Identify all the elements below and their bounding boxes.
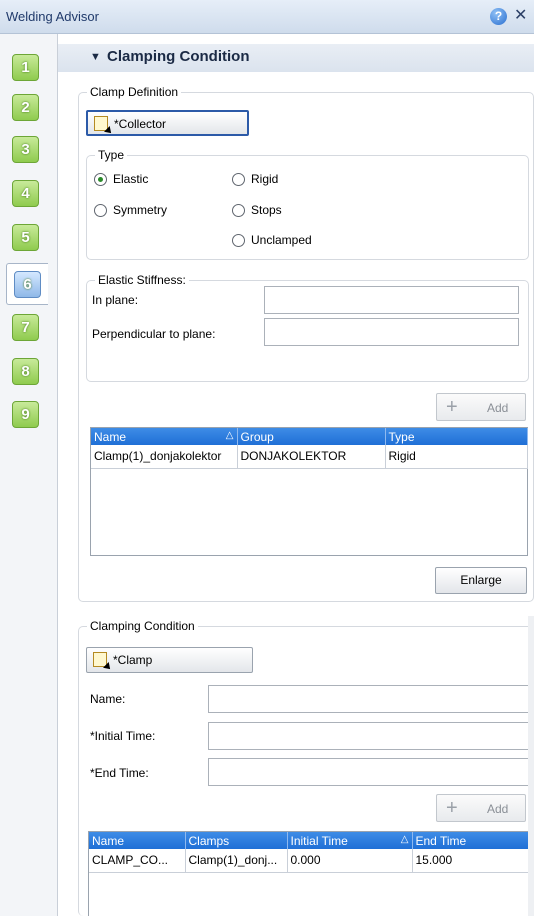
clamping-condition-label: Clamping Condition (87, 619, 198, 633)
column-header-clamps[interactable]: Clamps (185, 832, 288, 849)
name-input[interactable] (208, 685, 529, 713)
radio-elastic[interactable]: Elastic (94, 172, 148, 186)
step-3-button[interactable]: 3 (12, 136, 39, 163)
in-plane-label: In plane: (92, 293, 139, 307)
section-title: Clamping Condition (107, 48, 250, 65)
radio-rigid[interactable]: Rigid (232, 172, 278, 186)
elastic-stiffness-label: Elastic Stiffness: (95, 273, 189, 287)
radio-unclamped-dot[interactable] (232, 233, 245, 247)
radio-stops[interactable]: Stops (232, 203, 282, 217)
cell-clamps[interactable]: Clamp(1)_donj... (185, 849, 288, 873)
radio-elastic-dot[interactable] (94, 172, 107, 186)
end-time-input[interactable] (208, 758, 529, 786)
clamp-button[interactable]: *Clamp (86, 647, 253, 673)
add-clamp-definition-label: Add (487, 401, 509, 415)
radio-symmetry[interactable]: Symmetry (94, 203, 167, 217)
title-bar: Welding Advisor ? ✕ (0, 0, 534, 34)
sort-icon: △ (400, 834, 409, 845)
step-7-button[interactable]: 7 (12, 314, 39, 341)
clamp-button-label: *Clamp (113, 653, 153, 667)
column-header-name[interactable]: Name (89, 832, 186, 849)
step-2-button[interactable]: 2 (12, 94, 39, 121)
step-5-button[interactable]: 5 (12, 224, 39, 251)
clamp-definition-label: Clamp Definition (87, 85, 182, 99)
cell-name[interactable]: Clamp(1)_donjakolektor (91, 445, 238, 469)
add-clamp-definition-button[interactable]: + Add (436, 393, 526, 421)
radio-stops-dot[interactable] (232, 203, 245, 217)
step-4-button[interactable]: 4 (12, 180, 39, 207)
step-8-button[interactable]: 8 (12, 358, 39, 385)
collapse-caret-icon[interactable]: ▼ (90, 51, 101, 63)
step-6-button[interactable]: 6 (6, 263, 48, 305)
vertical-scrollbar[interactable] (528, 616, 534, 916)
plus-icon: + (446, 396, 458, 418)
in-plane-input[interactable] (264, 286, 519, 314)
add-clamping-condition-label: Add (487, 802, 509, 816)
radio-unclamped[interactable]: Unclamped (232, 233, 312, 247)
initial-time-label: *Initial Time: (90, 729, 156, 743)
table-row[interactable]: Clamp(1)_donjakolektor DONJAKOLEKTOR Rig… (91, 445, 528, 469)
step-9-button[interactable]: 9 (12, 401, 39, 428)
collector-button[interactable]: *Collector (86, 110, 249, 136)
type-label: Type (95, 148, 128, 162)
table-header-row: Name △ Group Type (91, 428, 528, 445)
cell-type[interactable]: Rigid (385, 445, 528, 469)
radio-rigid-label: Rigid (251, 172, 279, 186)
plus-icon-2: + (446, 797, 458, 819)
radio-symmetry-label: Symmetry (113, 203, 167, 217)
step-6-label: 6 (14, 271, 41, 298)
cell-group[interactable]: DONJAKOLEKTOR (237, 445, 386, 469)
cell-name[interactable]: CLAMP_CO... (89, 849, 186, 873)
end-time-label: *End Time: (90, 766, 149, 780)
column-header-initial-time[interactable]: Initial Time △ (287, 832, 413, 849)
collector-icon (94, 116, 108, 131)
help-icon[interactable]: ? (490, 8, 507, 25)
add-clamping-condition-button[interactable]: + Add (436, 794, 526, 822)
radio-rigid-dot[interactable] (232, 172, 245, 186)
column-header-group[interactable]: Group (237, 428, 386, 445)
step-1-button[interactable]: 1 (12, 54, 39, 81)
column-header-name[interactable]: Name △ (91, 428, 238, 445)
step-navigation: 1 2 3 4 5 6 7 8 9 (0, 34, 58, 916)
cell-initial-time[interactable]: 0.000 (287, 849, 413, 873)
column-header-type[interactable]: Type (385, 428, 528, 445)
perpendicular-input[interactable] (264, 318, 519, 346)
enlarge-button[interactable]: Enlarge (435, 567, 527, 594)
table-row[interactable]: CLAMP_CO... Clamp(1)_donj... 0.000 15.00… (89, 849, 529, 873)
clamp-collector-icon (93, 652, 107, 667)
sort-icon: △ (225, 430, 234, 441)
column-header-end-time[interactable]: End Time (412, 832, 529, 849)
radio-symmetry-dot[interactable] (94, 203, 107, 217)
clamp-definition-table: Name △ Group Type Clamp(1)_donjakolektor … (91, 428, 528, 469)
clamping-condition-table: Name Clamps Initial Time △ End Time CLAMP… (89, 832, 529, 873)
radio-unclamped-label: Unclamped (251, 233, 312, 247)
column-header-initial-time-label: Initial Time (290, 833, 348, 848)
radio-elastic-label: Elastic (113, 172, 149, 186)
column-header-name-label: Name (94, 429, 127, 444)
close-icon[interactable]: ✕ (514, 5, 527, 25)
name-label: Name: (90, 692, 126, 706)
perpendicular-label: Perpendicular to plane: (92, 327, 216, 341)
cell-end-time[interactable]: 15.000 (412, 849, 529, 873)
table-header-row: Name Clamps Initial Time △ End Time (89, 832, 529, 849)
window-title: Welding Advisor (6, 9, 99, 24)
radio-stops-label: Stops (251, 203, 282, 217)
collector-button-label: *Collector (114, 117, 167, 131)
section-header[interactable]: ▼ Clamping Condition (58, 44, 534, 72)
initial-time-input[interactable] (208, 722, 529, 750)
